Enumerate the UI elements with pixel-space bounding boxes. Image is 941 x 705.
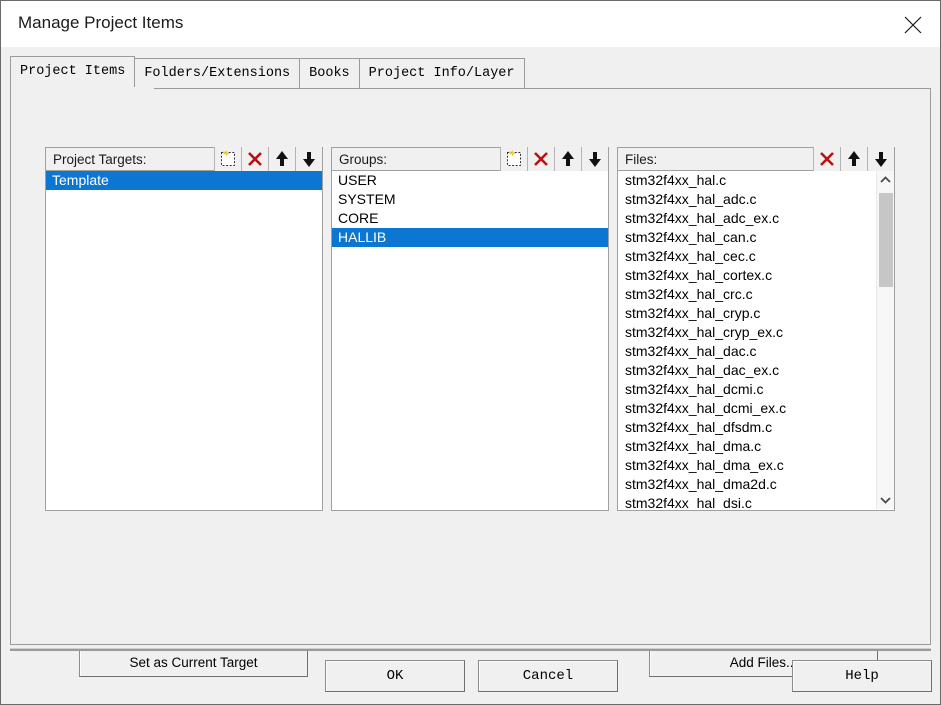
tab-strip: Project Items Folders/Extensions Books P… [10, 56, 525, 89]
tab-project-items[interactable]: Project Items [10, 56, 136, 89]
list-item[interactable]: stm32f4xx_hal_dcmi_ex.c [618, 399, 875, 418]
move-down-icon[interactable] [581, 147, 608, 171]
tab-content-panel: Project Targets: Template Groups: USER S… [10, 88, 931, 677]
list-item[interactable]: HALLIB [332, 228, 608, 247]
ok-button[interactable]: OK [325, 660, 465, 692]
chevron-down-icon[interactable] [877, 491, 894, 509]
set-as-current-target-button[interactable]: Set as Current Target [79, 649, 308, 677]
list-item[interactable]: stm32f4xx_hal_cec.c [618, 247, 875, 266]
list-item[interactable]: stm32f4xx_hal_dsi.c [618, 494, 875, 510]
list-item[interactable]: stm32f4xx_hal_dac.c [618, 342, 875, 361]
close-window-button[interactable] [885, 1, 940, 46]
groups-header: Groups: [331, 147, 609, 171]
move-up-icon[interactable] [554, 147, 581, 171]
list-item[interactable]: stm32f4xx_hal_cortex.c [618, 266, 875, 285]
active-tab-seam [11, 87, 154, 89]
list-item[interactable]: stm32f4xx_hal_dcmi.c [618, 380, 875, 399]
footer-separator [10, 648, 931, 651]
window-title: Manage Project Items [18, 13, 184, 32]
groups-list[interactable]: USER SYSTEM CORE HALLIB [331, 171, 609, 511]
list-item[interactable]: stm32f4xx_hal_dma.c [618, 437, 875, 456]
files-toolbar [813, 147, 894, 171]
new-item-icon[interactable] [500, 147, 527, 171]
project-targets-column: Project Targets: Template [45, 147, 323, 511]
chevron-up-icon[interactable] [877, 171, 894, 189]
files-list-inner: stm32f4xx_hal.c stm32f4xx_hal_adc.c stm3… [618, 171, 875, 510]
delete-icon[interactable] [813, 147, 840, 171]
list-item[interactable]: stm32f4xx_hal_adc_ex.c [618, 209, 875, 228]
list-item[interactable]: stm32f4xx_hal_can.c [618, 228, 875, 247]
list-item[interactable]: stm32f4xx_hal_cryp_ex.c [618, 323, 875, 342]
list-item[interactable]: stm32f4xx_hal_dma_ex.c [618, 456, 875, 475]
list-item[interactable]: SYSTEM [332, 190, 608, 209]
list-item[interactable]: stm32f4xx_hal_crc.c [618, 285, 875, 304]
list-item[interactable]: CORE [332, 209, 608, 228]
files-list[interactable]: stm32f4xx_hal.c stm32f4xx_hal_adc.c stm3… [617, 171, 895, 511]
delete-icon[interactable] [527, 147, 554, 171]
help-button[interactable]: Help [792, 660, 932, 692]
manage-project-items-dialog: Manage Project Items Project Items Folde… [0, 0, 941, 705]
move-down-icon[interactable] [867, 147, 894, 171]
list-item[interactable]: stm32f4xx_hal_dfsdm.c [618, 418, 875, 437]
move-up-icon[interactable] [268, 147, 295, 171]
files-label: Files: [625, 151, 658, 167]
files-list-scrollbar[interactable] [876, 171, 894, 509]
project-targets-header: Project Targets: [45, 147, 323, 171]
list-item[interactable]: stm32f4xx_hal_dac_ex.c [618, 361, 875, 380]
move-up-icon[interactable] [840, 147, 867, 171]
tab-folders-extensions[interactable]: Folders/Extensions [134, 58, 301, 89]
files-column: Files: stm32f4xx_hal.c stm32f4xx_hal_adc… [617, 147, 895, 511]
project-targets-list-inner: Template [46, 171, 322, 190]
project-targets-list[interactable]: Template [45, 171, 323, 511]
cancel-button[interactable]: Cancel [478, 660, 618, 692]
list-item[interactable]: stm32f4xx_hal_cryp.c [618, 304, 875, 323]
project-targets-label: Project Targets: [53, 151, 147, 167]
files-header: Files: [617, 147, 895, 171]
scrollbar-thumb[interactable] [879, 193, 893, 287]
delete-icon[interactable] [241, 147, 268, 171]
project-targets-toolbar [214, 147, 322, 171]
list-item[interactable]: USER [332, 171, 608, 190]
groups-list-inner: USER SYSTEM CORE HALLIB [332, 171, 608, 247]
list-item[interactable]: stm32f4xx_hal_dma2d.c [618, 475, 875, 494]
move-down-icon[interactable] [295, 147, 322, 171]
list-item[interactable]: Template [46, 171, 322, 190]
groups-column: Groups: USER SYSTEM CORE HALLIB [331, 147, 609, 511]
list-item[interactable]: stm32f4xx_hal.c [618, 171, 875, 190]
groups-toolbar [500, 147, 608, 171]
groups-label: Groups: [339, 151, 388, 167]
tab-project-info-layer[interactable]: Project Info/Layer [358, 58, 525, 89]
title-bar: Manage Project Items [1, 1, 940, 47]
tab-books[interactable]: Books [299, 58, 360, 89]
list-item[interactable]: stm32f4xx_hal_adc.c [618, 190, 875, 209]
new-item-icon[interactable] [214, 147, 241, 171]
